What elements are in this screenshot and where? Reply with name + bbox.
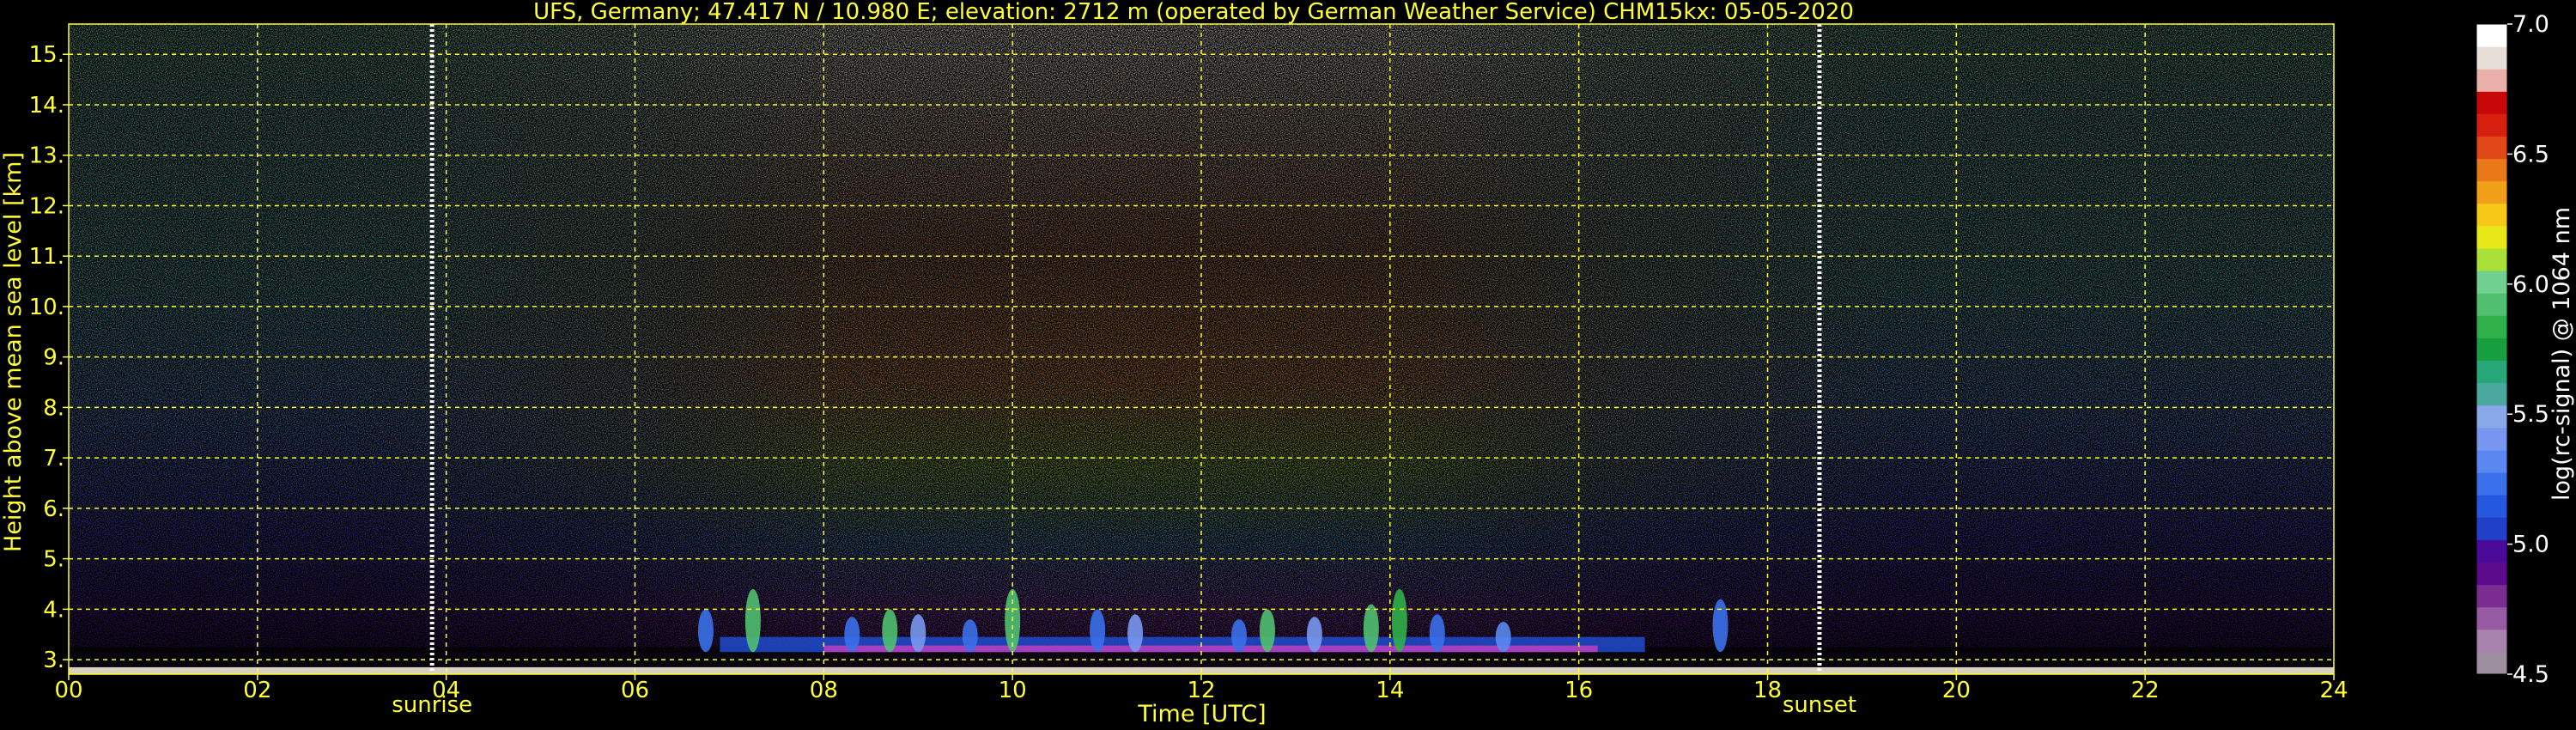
- x-tick-label: 06: [621, 678, 649, 703]
- aerosol-layer-base: [823, 645, 1598, 653]
- aerosol-plume: [1259, 609, 1275, 653]
- colorbar-swatch: [2476, 136, 2507, 160]
- colorbar: [2476, 23, 2508, 675]
- x-tick-label: 02: [243, 678, 271, 703]
- colorbar-swatch: [2476, 158, 2507, 182]
- chart-root: 00 02 04 06 08 10 12 14 16 18 20 22 24 3. 4. 5. 6. 7. 8. 9…: [0, 0, 2576, 730]
- aerosol-plume: [1306, 617, 1322, 653]
- x-tick-label: 16: [1564, 678, 1593, 703]
- x-tick-label: 14: [1376, 678, 1404, 703]
- x-tick-label: 10: [999, 678, 1027, 703]
- colorbar-swatch: [2476, 629, 2507, 653]
- colorbar-swatch: [2476, 271, 2507, 294]
- colorbar-tick-label: 6.0: [2512, 271, 2549, 298]
- colorbar-swatch: [2476, 539, 2507, 563]
- y-tick-label: 13.: [29, 143, 64, 169]
- colorbar-swatch: [2476, 315, 2507, 338]
- colorbar-swatch: [2476, 517, 2507, 540]
- x-axis-label: Time [UTC]: [1137, 701, 1266, 727]
- colorbar-swatch: [2476, 382, 2507, 406]
- aerosol-plume: [882, 609, 898, 653]
- colorbar-swatch: [2476, 203, 2507, 227]
- colorbar-swatch: [2476, 113, 2507, 137]
- aerosol-plume: [1712, 599, 1728, 653]
- aerosol-plume: [1090, 609, 1106, 653]
- colorbar-tick-label: 5.0: [2512, 532, 2549, 558]
- colorbar-swatch: [2476, 360, 2507, 384]
- colorbar-swatch: [2476, 69, 2507, 92]
- colorbar-swatch: [2476, 405, 2507, 429]
- sun-event-labels: sunrise sunset: [392, 692, 1856, 718]
- y-tick-label: 6.: [43, 496, 64, 522]
- y-tick-label: 14.: [29, 93, 64, 119]
- x-tick-label: 12: [1187, 678, 1215, 703]
- colorbar-swatch: [2476, 562, 2507, 586]
- x-tick-label: 18: [1753, 678, 1782, 703]
- colorbar-swatch: [2476, 91, 2507, 114]
- y-tick-label: 8.: [43, 395, 64, 421]
- x-tick-label: 24: [2319, 678, 2348, 703]
- aerosol-plume: [1495, 622, 1511, 653]
- aerosol-plume: [910, 614, 927, 653]
- aerosol-plume: [962, 619, 978, 653]
- y-tick-label: 12.: [29, 193, 64, 219]
- colorbar-swatch: [2476, 24, 2507, 47]
- colorbar-swatch: [2476, 225, 2507, 249]
- colorbar-swatch: [2476, 472, 2507, 496]
- colorbar-swatch: [2476, 606, 2507, 630]
- y-tick-label: 3.: [43, 648, 64, 673]
- colorbar-swatch: [2476, 293, 2507, 316]
- colorbar-label: log(rc-signal) @ 1064 nm: [2549, 207, 2575, 501]
- sunset-label: sunset: [1783, 692, 1856, 718]
- colorbar-tick-label: 6.5: [2512, 141, 2549, 167]
- y-axis-label: Height above mean sea level [km]: [0, 152, 27, 552]
- y-axis-ticks: 3. 4. 5. 6. 7. 8. 9. 10. 11. 12. 13. 14. 15.: [29, 42, 69, 673]
- colorbar-swatch: [2476, 427, 2507, 451]
- colorbar-swatch: [2476, 584, 2507, 608]
- x-tick-label: 00: [54, 678, 82, 703]
- colorbar-swatch: [2476, 449, 2507, 473]
- chart-title: UFS, Germany; 47.417 N / 10.980 E; eleva…: [533, 0, 1854, 25]
- aerosol-plume: [744, 588, 761, 653]
- colorbar-tick-label: 5.5: [2512, 401, 2549, 428]
- colorbar-swatch: [2476, 46, 2507, 70]
- aerosol-plume: [1363, 604, 1379, 653]
- x-tick-label: 08: [810, 678, 838, 703]
- colorbar-ticks: 4.5 5.0 5.5 6.0 6.5 7.0: [2507, 11, 2549, 688]
- y-tick-label: 7.: [43, 446, 64, 471]
- colorbar-tick-label: 7.0: [2512, 11, 2549, 38]
- y-tick-label: 5.: [43, 547, 64, 573]
- colorbar-swatch: [2476, 495, 2507, 518]
- ceilometer-chart: 00 02 04 06 08 10 12 14 16 18 20 22 24 3.4.5.6.7.8.9…: [0, 0, 2575, 727]
- aerosol-plume: [1391, 588, 1407, 653]
- y-tick-label: 10.: [29, 295, 64, 320]
- y-tick-label: 9.: [43, 345, 64, 371]
- aerosol-plume: [844, 617, 860, 653]
- y-tick-label: 4.: [43, 597, 64, 623]
- y-tick-label: 15.: [29, 42, 64, 68]
- colorbar-swatch: [2476, 180, 2507, 204]
- x-tick-label: 22: [2131, 678, 2160, 703]
- sunrise-label: sunrise: [392, 692, 472, 718]
- x-tick-label: 20: [1942, 678, 1971, 703]
- aerosol-plume: [697, 609, 714, 653]
- colorbar-swatch: [2476, 248, 2507, 271]
- colorbar-swatch: [2476, 338, 2507, 362]
- y-tick-label: 11.: [29, 244, 64, 270]
- colorbar-tick-label: 4.5: [2512, 661, 2549, 688]
- aerosol-plume: [1429, 614, 1445, 653]
- aerosol-plume: [1127, 614, 1144, 653]
- colorbar-swatch: [2476, 651, 2507, 675]
- aerosol-plume: [1230, 619, 1247, 653]
